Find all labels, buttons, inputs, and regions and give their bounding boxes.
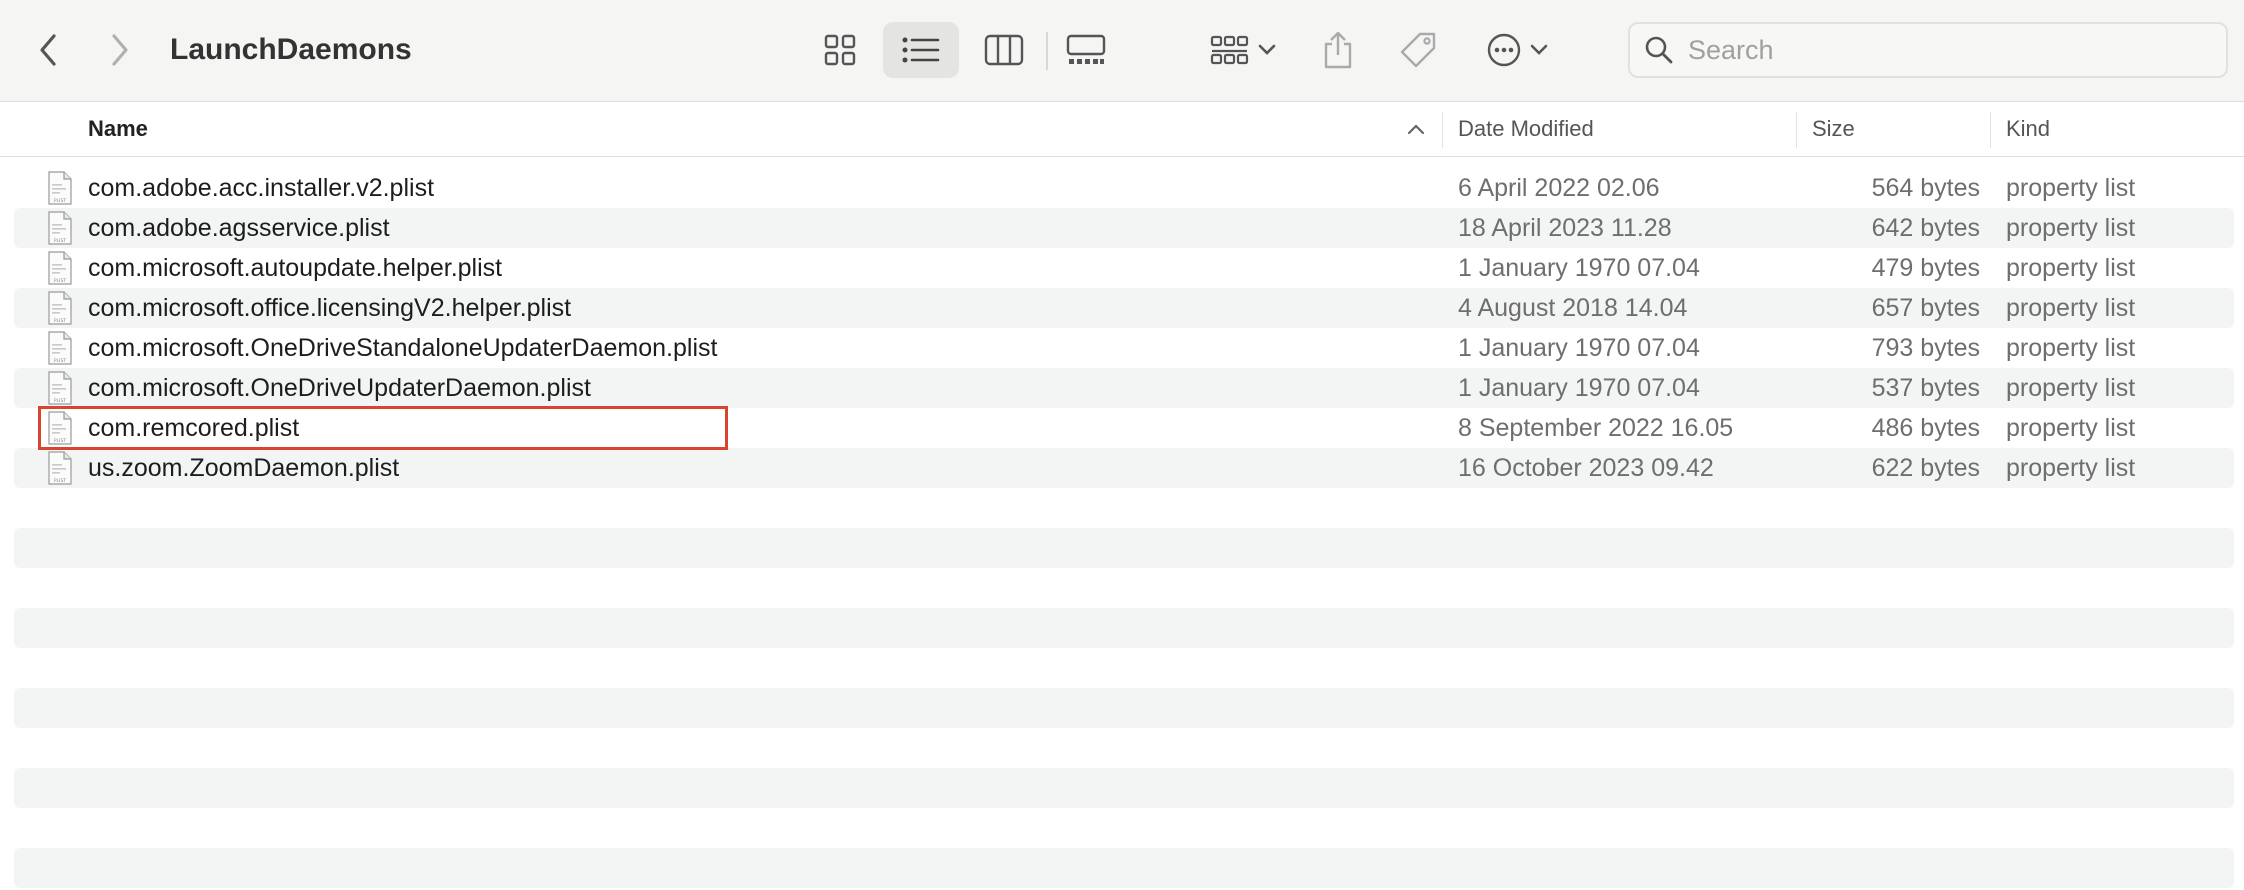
ellipsis-circle-icon: [1487, 33, 1521, 67]
file-date: 1 January 1970 07.04: [1458, 334, 1700, 362]
share-icon: [1324, 31, 1352, 69]
chevron-down-icon: [1530, 44, 1548, 55]
plist-file-icon: PLIST: [48, 371, 72, 405]
column-header-size[interactable]: Size: [1812, 102, 1855, 156]
file-size: 486 bytes: [1871, 414, 1980, 442]
file-kind: property list: [2006, 254, 2136, 282]
svg-text:PLIST: PLIST: [54, 198, 66, 204]
column-header-name[interactable]: Name: [88, 102, 148, 156]
file-list: PLIST com.adobe.acc.installer.v2.plist 6…: [14, 168, 2234, 488]
sort-ascending-icon[interactable]: [1406, 122, 1426, 136]
search-input[interactable]: [1686, 33, 2210, 67]
gallery-view-button[interactable]: [1048, 22, 1124, 78]
plist-file-icon: PLIST: [48, 411, 72, 445]
column-header-date[interactable]: Date Modified: [1458, 102, 1594, 156]
window-title: LaunchDaemons: [170, 33, 412, 66]
chevron-left-icon: [40, 34, 56, 66]
file-kind: property list: [2006, 214, 2136, 242]
search-field[interactable]: [1628, 22, 2228, 78]
columns-icon: [984, 34, 1024, 66]
svg-text:PLIST: PLIST: [54, 358, 66, 364]
plist-file-icon: PLIST: [48, 331, 72, 365]
tag-icon: [1400, 32, 1436, 68]
empty-row-stripe: [14, 688, 2234, 728]
file-name: com.microsoft.OneDriveStandaloneUpdaterD…: [88, 334, 718, 362]
file-date: 8 September 2022 16.05: [1458, 414, 1734, 442]
plist-file-icon: PLIST: [48, 211, 72, 245]
gallery-icon: [1066, 34, 1106, 64]
plist-file-icon: PLIST: [48, 171, 72, 205]
file-name: com.microsoft.OneDriveUpdaterDaemon.plis…: [88, 374, 591, 402]
column-view-button[interactable]: [966, 22, 1042, 78]
file-date: 1 January 1970 07.04: [1458, 374, 1700, 402]
plist-file-icon: PLIST: [48, 251, 72, 285]
grid-icon: [824, 34, 856, 66]
file-date: 6 April 2022 02.06: [1458, 174, 1660, 202]
file-name: com.remcored.plist: [88, 414, 300, 442]
file-date: 16 October 2023 09.42: [1458, 454, 1714, 482]
file-size: 479 bytes: [1871, 254, 1980, 282]
list-icon: [902, 37, 940, 63]
file-date: 4 August 2018 14.04: [1458, 294, 1688, 322]
column-divider[interactable]: [1796, 112, 1797, 148]
column-header-kind[interactable]: Kind: [2006, 102, 2050, 156]
svg-text:PLIST: PLIST: [54, 318, 66, 324]
chevron-right-icon: [112, 34, 128, 66]
svg-text:PLIST: PLIST: [54, 478, 66, 484]
back-button[interactable]: [26, 28, 70, 72]
file-name: com.microsoft.autoupdate.helper.plist: [88, 254, 503, 282]
svg-text:PLIST: PLIST: [54, 238, 66, 244]
table-row[interactable]: PLIST com.adobe.agsservice.plist 18 Apri…: [14, 208, 2234, 248]
file-size: 657 bytes: [1871, 294, 1980, 322]
empty-row-stripe: [14, 848, 2234, 888]
svg-text:PLIST: PLIST: [54, 438, 66, 444]
file-date: 1 January 1970 07.04: [1458, 254, 1700, 282]
file-name: com.adobe.acc.installer.v2.plist: [88, 174, 435, 202]
table-row[interactable]: PLIST com.microsoft.OneDriveUpdaterDaemo…: [14, 368, 2234, 408]
column-header: Name Date Modified Size Kind: [0, 102, 2244, 157]
list-view-button[interactable]: [883, 22, 959, 78]
tag-button[interactable]: [1394, 26, 1442, 74]
file-kind: property list: [2006, 174, 2136, 202]
chevron-down-icon: [1258, 44, 1276, 55]
file-kind: property list: [2006, 294, 2136, 322]
empty-row-stripe: [14, 768, 2234, 808]
file-kind: property list: [2006, 374, 2136, 402]
file-kind: property list: [2006, 334, 2136, 362]
forward-button[interactable]: [98, 28, 142, 72]
column-divider[interactable]: [1990, 112, 1991, 148]
file-kind: property list: [2006, 414, 2136, 442]
table-row[interactable]: PLIST com.adobe.acc.installer.v2.plist 6…: [14, 168, 2234, 208]
plist-file-icon: PLIST: [48, 451, 72, 485]
group-by-button[interactable]: [1206, 28, 1280, 72]
table-row[interactable]: PLIST com.microsoft.office.licensingV2.h…: [14, 288, 2234, 328]
search-icon: [1645, 36, 1673, 64]
svg-text:PLIST: PLIST: [54, 398, 66, 404]
file-name: com.microsoft.office.licensingV2.helper.…: [88, 294, 572, 322]
file-size: 622 bytes: [1871, 454, 1980, 482]
file-name: com.adobe.agsservice.plist: [88, 214, 390, 242]
file-size: 793 bytes: [1871, 334, 1980, 362]
file-kind: property list: [2006, 454, 2136, 482]
table-row[interactable]: PLIST com.microsoft.autoupdate.helper.pl…: [14, 248, 2234, 288]
file-date: 18 April 2023 11.28: [1458, 214, 1672, 242]
more-actions-button[interactable]: [1480, 26, 1554, 74]
table-row[interactable]: PLIST com.remcored.plist 8 September 202…: [14, 408, 2234, 448]
column-divider[interactable]: [1442, 112, 1443, 148]
file-name: us.zoom.ZoomDaemon.plist: [88, 454, 400, 482]
file-size: 537 bytes: [1871, 374, 1980, 402]
group-by-icon: [1210, 35, 1249, 65]
plist-file-icon: PLIST: [48, 291, 72, 325]
table-row[interactable]: PLIST com.microsoft.OneDriveStandaloneUp…: [14, 328, 2234, 368]
empty-row-stripe: [14, 608, 2234, 648]
file-size: 564 bytes: [1871, 174, 1980, 202]
share-button[interactable]: [1318, 26, 1358, 74]
svg-text:PLIST: PLIST: [54, 278, 66, 284]
toolbar: LaunchDaemons: [0, 0, 2244, 102]
file-size: 642 bytes: [1871, 214, 1980, 242]
icon-view-button[interactable]: [802, 22, 878, 78]
table-row[interactable]: PLIST us.zoom.ZoomDaemon.plist 16 Octobe…: [14, 448, 2234, 488]
empty-row-stripe: [14, 528, 2234, 568]
